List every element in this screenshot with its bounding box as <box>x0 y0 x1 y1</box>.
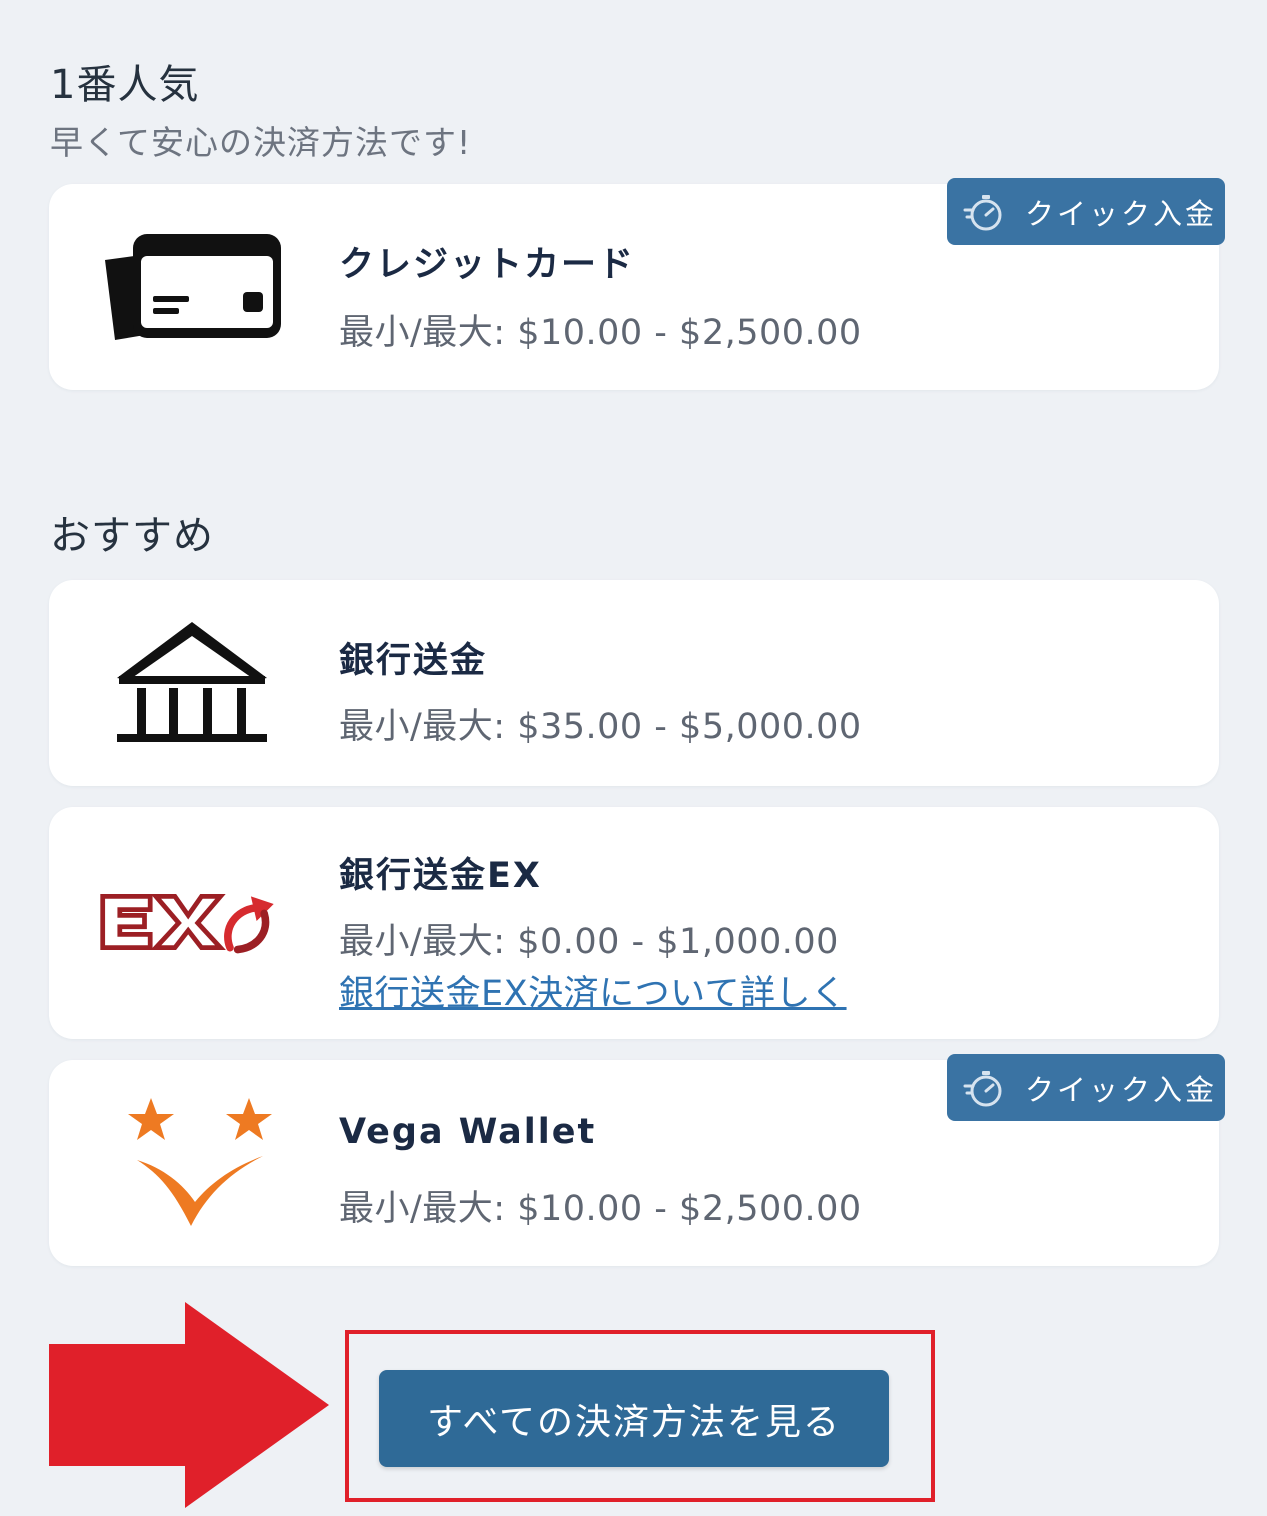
payment-methods-page: 1番人気 早くて安心の決済方法です! クレジットカード 最小/最大: $10.0… <box>0 0 1267 1516</box>
quick-deposit-label: クイック入金 <box>1025 196 1218 231</box>
payment-method-card-bank-transfer[interactable]: 銀行送金 最小/最大: $35.00 - $5,000.00 <box>49 580 1219 786</box>
stopwatch-icon <box>963 194 1002 230</box>
quick-deposit-badge: クイック入金 <box>947 1054 1225 1121</box>
payment-method-name: Vega Wallet <box>339 1112 597 1152</box>
vega-wallet-logo <box>97 1090 287 1236</box>
red-arrow-icon <box>49 1302 329 1508</box>
bank-icon <box>97 616 287 750</box>
payment-method-limits: 最小/最大: $35.00 - $5,000.00 <box>339 707 862 747</box>
payment-method-limits: 最小/最大: $10.00 - $2,500.00 <box>339 1189 862 1229</box>
payment-method-name: クレジットカード <box>339 245 636 285</box>
bank-transfer-ex-logo <box>97 877 287 967</box>
credit-card-icon <box>97 222 287 352</box>
payment-method-name: 銀行送金 <box>339 641 488 681</box>
payment-method-card-credit-card[interactable]: クレジットカード 最小/最大: $10.00 - $2,500.00 クイック入… <box>49 178 1225 390</box>
payment-method-name: 銀行送金EX <box>339 856 542 896</box>
quick-deposit-badge: クイック入金 <box>947 178 1225 245</box>
payment-method-card-bank-transfer-ex[interactable]: 銀行送金EX 最小/最大: $0.00 - $1,000.00 銀行送金EX決済… <box>49 807 1219 1039</box>
quick-deposit-label: クイック入金 <box>1025 1072 1218 1107</box>
stopwatch-icon <box>963 1070 1002 1106</box>
view-all-payment-methods-button[interactable]: すべての決済方法を見る <box>379 1370 889 1467</box>
payment-method-card-vega-wallet[interactable]: Vega Wallet 最小/最大: $10.00 - $2,500.00 クイ… <box>49 1054 1225 1266</box>
payment-method-limits: 最小/最大: $10.00 - $2,500.00 <box>339 313 862 353</box>
bank-transfer-ex-details-link[interactable]: 銀行送金EX決済について詳しく <box>339 965 847 1016</box>
popular-section-subtitle: 早くて安心の決済方法です! <box>50 123 472 162</box>
payment-method-limits: 最小/最大: $0.00 - $1,000.00 <box>339 922 839 962</box>
recommended-section-title: おすすめ <box>50 513 214 559</box>
popular-section-title: 1番人気 <box>50 62 200 108</box>
